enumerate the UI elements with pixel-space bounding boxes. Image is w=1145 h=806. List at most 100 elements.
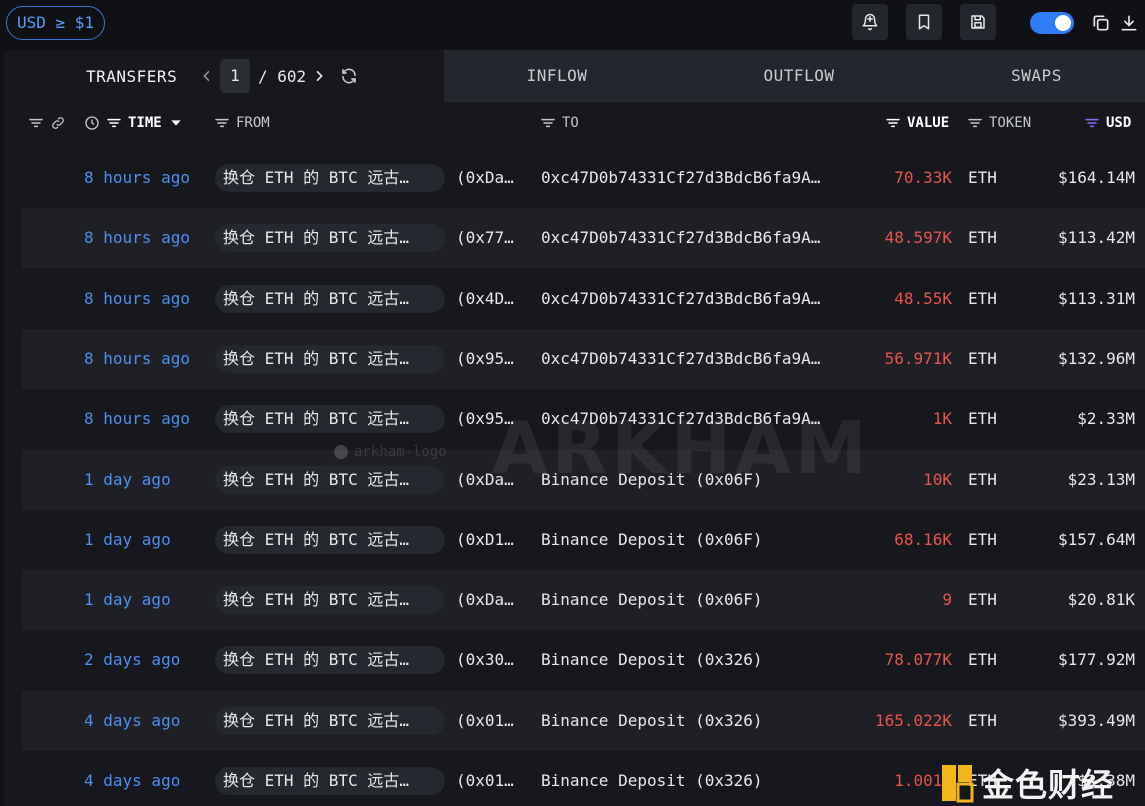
header-token[interactable]: TOKEN [967, 115, 1031, 131]
current-page-input[interactable]: 1 [220, 59, 250, 93]
caret-down-icon [171, 120, 181, 126]
tab-swaps[interactable]: SWAPS [928, 50, 1145, 102]
row-time-link[interactable]: 8 hours ago [84, 269, 190, 329]
header-time[interactable]: TIME [84, 115, 184, 131]
table-row[interactable]: 8 hours ago 换仓 ETH 的 BTC 远古… (0xDa… 0xc47D0… [22, 148, 1145, 208]
copy-icon [1093, 15, 1109, 31]
tab-transfers[interactable]: TRANSFERS 1 / 602 [4, 50, 444, 102]
row-from-address[interactable]: (0xDa… [456, 148, 514, 208]
row-token[interactable]: ETH [968, 450, 997, 510]
row-time-link[interactable]: 1 day ago [84, 510, 171, 570]
download-button[interactable] [1119, 13, 1139, 33]
row-token[interactable]: ETH [968, 329, 997, 389]
row-token[interactable]: ETH [968, 691, 997, 751]
header-to[interactable]: TO [540, 115, 579, 131]
table-row[interactable]: 8 hours ago 换仓 ETH 的 BTC 远古… (0x95… 0xc47D0… [22, 328, 1145, 389]
copy-button[interactable] [1091, 13, 1111, 33]
row-token[interactable]: ETH [968, 148, 997, 208]
row-time-link[interactable]: 8 hours ago [84, 329, 190, 389]
row-value: 9 [942, 590, 952, 610]
row-to-address[interactable]: 0xc47D0b74331Cf27d3BdcB6fa9A… [541, 329, 820, 389]
link-icon[interactable] [50, 115, 66, 131]
row-time-link[interactable]: 2 days ago [84, 630, 180, 690]
row-from-entity[interactable]: 换仓 ETH 的 BTC 远古… [215, 284, 445, 313]
table-row[interactable]: 4 days ago 换仓 ETH 的 BTC 远古… (0x01… Binance … [22, 690, 1145, 751]
row-from-entity[interactable]: 换仓 ETH 的 BTC 远古… [215, 706, 445, 735]
row-token[interactable]: ETH [968, 269, 997, 329]
row-token[interactable]: ETH [968, 510, 997, 570]
usd-filter-pill[interactable]: USD ≥ $1 [6, 6, 106, 40]
row-from-entity[interactable]: 换仓 ETH 的 BTC 远古… [215, 405, 445, 434]
row-time-link[interactable]: 8 hours ago [84, 208, 190, 268]
row-time-link[interactable]: 4 days ago [84, 751, 180, 806]
row-from-address[interactable]: (0x95… [456, 329, 514, 389]
bookmark-button[interactable] [906, 4, 942, 40]
header-tools [28, 115, 66, 131]
table-row[interactable]: 1 day ago 换仓 ETH 的 BTC 远古… (0xDa… Binance D… [22, 449, 1145, 510]
row-from-address[interactable]: (0x4D… [456, 269, 514, 329]
row-from-address[interactable]: (0x30… [456, 630, 514, 690]
row-to-address[interactable]: Binance Deposit (0x326) [541, 630, 763, 690]
table-row[interactable]: 1 day ago 换仓 ETH 的 BTC 远古… (0xDa… Binance D… [22, 570, 1145, 631]
save-button[interactable] [960, 4, 996, 40]
row-to-address[interactable]: Binance Deposit (0x06F) [541, 510, 763, 570]
row-from-entity[interactable]: 换仓 ETH 的 BTC 远古… [215, 344, 445, 373]
row-time-link[interactable]: 1 day ago [84, 450, 171, 510]
row-time-link[interactable]: 8 hours ago [84, 389, 190, 449]
row-to-address[interactable]: 0xc47D0b74331Cf27d3BdcB6fa9A… [541, 269, 820, 329]
save-icon [971, 15, 985, 29]
header-from-label: FROM [236, 115, 270, 131]
table-row[interactable]: 8 hours ago 换仓 ETH 的 BTC 远古… (0x4D… 0xc47D0… [22, 269, 1145, 329]
row-from-address[interactable]: (0xDa… [456, 450, 514, 510]
header-from[interactable]: FROM [214, 115, 270, 131]
clock-icon [85, 116, 99, 130]
filter-icon[interactable] [28, 115, 44, 131]
row-from-address[interactable]: (0xDa… [456, 570, 514, 630]
row-from-address[interactable]: (0xD1… [456, 510, 514, 570]
row-to-address[interactable]: 0xc47D0b74331Cf27d3BdcB6fa9A… [541, 148, 820, 208]
row-time-link[interactable]: 4 days ago [84, 691, 180, 751]
row-from-entity[interactable]: 换仓 ETH 的 BTC 远古… [215, 525, 445, 554]
download-icon [1121, 15, 1137, 31]
filter-icon [215, 118, 229, 128]
row-to-address[interactable]: 0xc47D0b74331Cf27d3BdcB6fa9A… [541, 208, 820, 268]
row-token[interactable]: ETH [968, 389, 997, 449]
table-row[interactable]: 8 hours ago 换仓 ETH 的 BTC 远古… (0x95… 0xc47D0… [22, 389, 1145, 449]
row-time-link[interactable]: 1 day ago [84, 570, 171, 630]
row-from-address[interactable]: (0x77… [456, 208, 514, 268]
row-from-entity[interactable]: 换仓 ETH 的 BTC 远古… [215, 164, 445, 192]
refresh-icon[interactable] [340, 67, 358, 85]
total-pages: / 602 [258, 66, 307, 86]
row-token[interactable]: ETH [968, 208, 997, 268]
prev-page-button[interactable] [198, 59, 216, 93]
header-usd[interactable]: USD [1084, 115, 1131, 131]
toggle-switch[interactable] [1030, 12, 1074, 34]
row-from-address[interactable]: (0x95… [456, 389, 514, 449]
row-from-entity[interactable]: 换仓 ETH 的 BTC 远古… [215, 767, 445, 795]
row-to-address[interactable]: Binance Deposit (0x326) [541, 751, 763, 806]
row-usd: $20.81K [1067, 590, 1135, 610]
table-row[interactable]: 8 hours ago 换仓 ETH 的 BTC 远古… (0x77… 0xc47D0… [22, 208, 1145, 269]
row-from-entity[interactable]: 换仓 ETH 的 BTC 远古… [215, 586, 445, 615]
row-value: 56.971K [884, 348, 952, 368]
row-to-address[interactable]: 0xc47D0b74331Cf27d3BdcB6fa9A… [541, 389, 820, 449]
tab-outflow[interactable]: OUTFLOW [670, 50, 928, 102]
tab-inflow[interactable]: INFLOW [444, 50, 670, 102]
row-token[interactable]: ETH [968, 570, 997, 630]
row-from-entity[interactable]: 换仓 ETH 的 BTC 远古… [215, 646, 445, 675]
row-from-entity[interactable]: 换仓 ETH 的 BTC 远古… [215, 224, 445, 253]
alert-button[interactable] [852, 4, 888, 40]
table-row[interactable]: 1 day ago 换仓 ETH 的 BTC 远古… (0xD1… Binance D… [22, 510, 1145, 570]
header-to-label: TO [562, 115, 579, 131]
row-from-address[interactable]: (0x01… [456, 751, 514, 806]
row-from-address[interactable]: (0x01… [456, 691, 514, 751]
row-from-entity[interactable]: 换仓 ETH 的 BTC 远古… [215, 465, 445, 494]
table-row[interactable]: 2 days ago 换仓 ETH 的 BTC 远古… (0x30… Binance … [22, 630, 1145, 690]
header-value[interactable]: VALUE [885, 115, 949, 131]
row-token[interactable]: ETH [968, 630, 997, 690]
row-to-address[interactable]: Binance Deposit (0x326) [541, 691, 763, 751]
row-time-link[interactable]: 8 hours ago [84, 148, 190, 208]
row-to-address[interactable]: Binance Deposit (0x06F) [541, 570, 763, 630]
row-to-address[interactable]: Binance Deposit (0x06F) [541, 450, 763, 510]
next-page-button[interactable] [310, 59, 328, 93]
